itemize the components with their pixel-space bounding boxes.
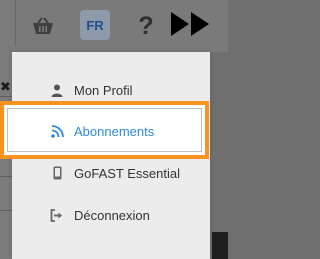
user-icon [46,82,68,98]
rss-icon [46,123,68,139]
mobile-icon [46,165,68,181]
menu-item-logout[interactable]: Déconnexion [12,198,210,232]
language-button[interactable]: FR [80,10,110,40]
right-dark-block [212,232,228,259]
help-icon[interactable]: ? [134,11,158,41]
background-divider [0,176,12,177]
menu-item-gofast-essential[interactable]: GoFAST Essential [12,156,210,190]
fast-forward-icon[interactable] [168,10,214,38]
close-icon[interactable]: ✖ [0,80,11,94]
menu-item-label: Abonnements [74,123,155,139]
menu-item-label: Déconnexion [74,207,150,223]
background-divider [0,210,12,211]
background-divider [0,96,12,97]
left-header-strip [0,0,16,46]
right-background-panel [210,52,228,259]
logout-icon [46,207,68,223]
basket-icon[interactable] [28,12,58,40]
menu-item-subscriptions[interactable]: Abonnements [12,114,202,148]
menu-item-label: Mon Profil [74,82,133,98]
menu-item-label: GoFAST Essential [74,165,180,181]
